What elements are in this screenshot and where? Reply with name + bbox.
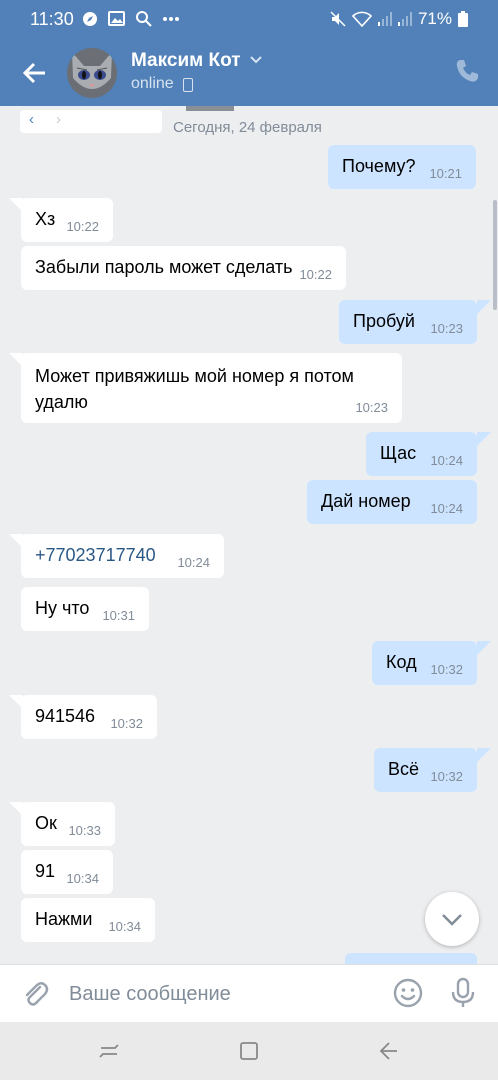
message-incoming[interactable]: Может привяжишь мой номер я потом удалю … [21,353,402,423]
battery-percent: 71% [417,9,452,28]
message-time: 10:33 [68,823,101,838]
message-time: 10:31 [102,608,135,623]
message-time: 10:23 [430,321,463,336]
message-time: 10:32 [430,662,463,677]
message-text: Почему? [342,156,416,176]
message-text: Всё [388,759,420,779]
back-arrow-icon[interactable] [18,56,52,90]
mini-nav[interactable]: ‹ › [20,110,162,133]
message-incoming[interactable]: Хз 10:22 [21,198,113,242]
paperclip-icon[interactable] [20,979,50,1009]
message-outgoing[interactable]: Дай номер 10:24 [307,480,477,524]
gallery-icon [108,11,125,26]
message-incoming[interactable]: +77023717740 10:24 [21,534,224,578]
message-incoming[interactable]: Забыли пароль может сделать 10:22 [21,246,346,290]
recent-apps-icon[interactable] [98,1040,120,1062]
message-text: Забыли пароль может сделать [35,257,293,277]
message-text: Код [386,652,417,672]
message-incoming[interactable]: Ок 10:33 [21,802,115,846]
chat-status: online [131,75,174,92]
chat-name[interactable]: Максим Кот [131,50,241,72]
message-outgoing[interactable]: Пробуй 10:23 [339,300,477,344]
message-incoming[interactable]: 941546 10:32 [21,695,157,739]
wifi-icon [351,11,372,27]
divider [186,106,234,111]
system-nav-bar [0,1022,498,1080]
battery-icon [458,11,468,27]
message-text: Щас [380,443,417,463]
avatar[interactable] [67,48,117,98]
chat-header: Максим Кот online [0,40,498,106]
phone-icon[interactable] [454,58,480,84]
message-text: Хз [35,209,56,229]
message-time: 10:24 [430,453,463,468]
home-icon[interactable] [238,1040,260,1062]
message-time: 10:34 [108,919,141,934]
chevron-down-icon[interactable] [249,55,263,65]
scroll-down-button[interactable] [425,892,479,946]
message-incoming[interactable]: Нажми 10:34 [21,898,155,942]
message-time: 10:24 [430,501,463,516]
date-separator: Сегодня, 24 февраля [173,119,322,136]
message-text: Ок [35,813,57,833]
more-icon [163,16,179,21]
back-nav-icon[interactable] [377,1040,399,1062]
compass-icon [83,11,97,26]
message-outgoing[interactable] [345,953,477,964]
chevron-down-icon [442,914,462,926]
signal-icon [397,12,412,26]
message-time: 10:32 [430,769,463,784]
message-time: 10:22 [66,219,99,234]
top-bar: 11:30 71% Максим Кот online [0,0,498,106]
status-icons-right: 71% [330,9,468,29]
message-text: 941546 [35,706,96,726]
phone-link[interactable]: +77023717740 [35,545,156,566]
message-time: 10:24 [177,555,210,570]
message-incoming[interactable]: 91 10:34 [21,850,113,894]
message-input-bar: Ваше сообщение [0,964,498,1022]
message-time: 10:22 [299,267,332,282]
chevron-left-icon[interactable]: ‹ [29,111,34,128]
chevron-right-icon[interactable]: › [56,111,61,128]
message-text: 91 [35,861,56,881]
signal-icon [377,12,392,26]
message-text: Пробуй [353,311,415,331]
search-icon [136,11,152,27]
message-text: Ну что [35,598,90,618]
message-outgoing[interactable]: Всё 10:32 [374,748,477,792]
message-input[interactable]: Ваше сообщение [69,983,231,1006]
message-text: Нажми [35,909,93,929]
status-icons-left [82,10,180,27]
message-incoming[interactable]: Ну что 10:31 [21,587,149,631]
microphone-icon[interactable] [450,977,476,1009]
message-time: 10:21 [429,166,462,181]
message-time: 10:32 [110,716,143,731]
scrollbar[interactable] [493,200,497,310]
status-time: 11:30 [30,9,74,29]
message-time: 10:23 [355,400,388,415]
mute-icon [330,11,346,27]
message-outgoing[interactable]: Почему? 10:21 [328,145,476,189]
message-time: 10:34 [66,871,99,886]
message-text: Дай номер [321,491,411,511]
message-outgoing[interactable]: Щас 10:24 [366,432,477,476]
emoji-icon[interactable] [393,978,423,1008]
message-outgoing[interactable]: Код 10:32 [372,641,477,685]
status-bar: 11:30 71% [0,0,498,40]
mobile-icon [183,78,193,92]
message-text: Может привяжишь мой номер я потом удалю [35,366,354,412]
